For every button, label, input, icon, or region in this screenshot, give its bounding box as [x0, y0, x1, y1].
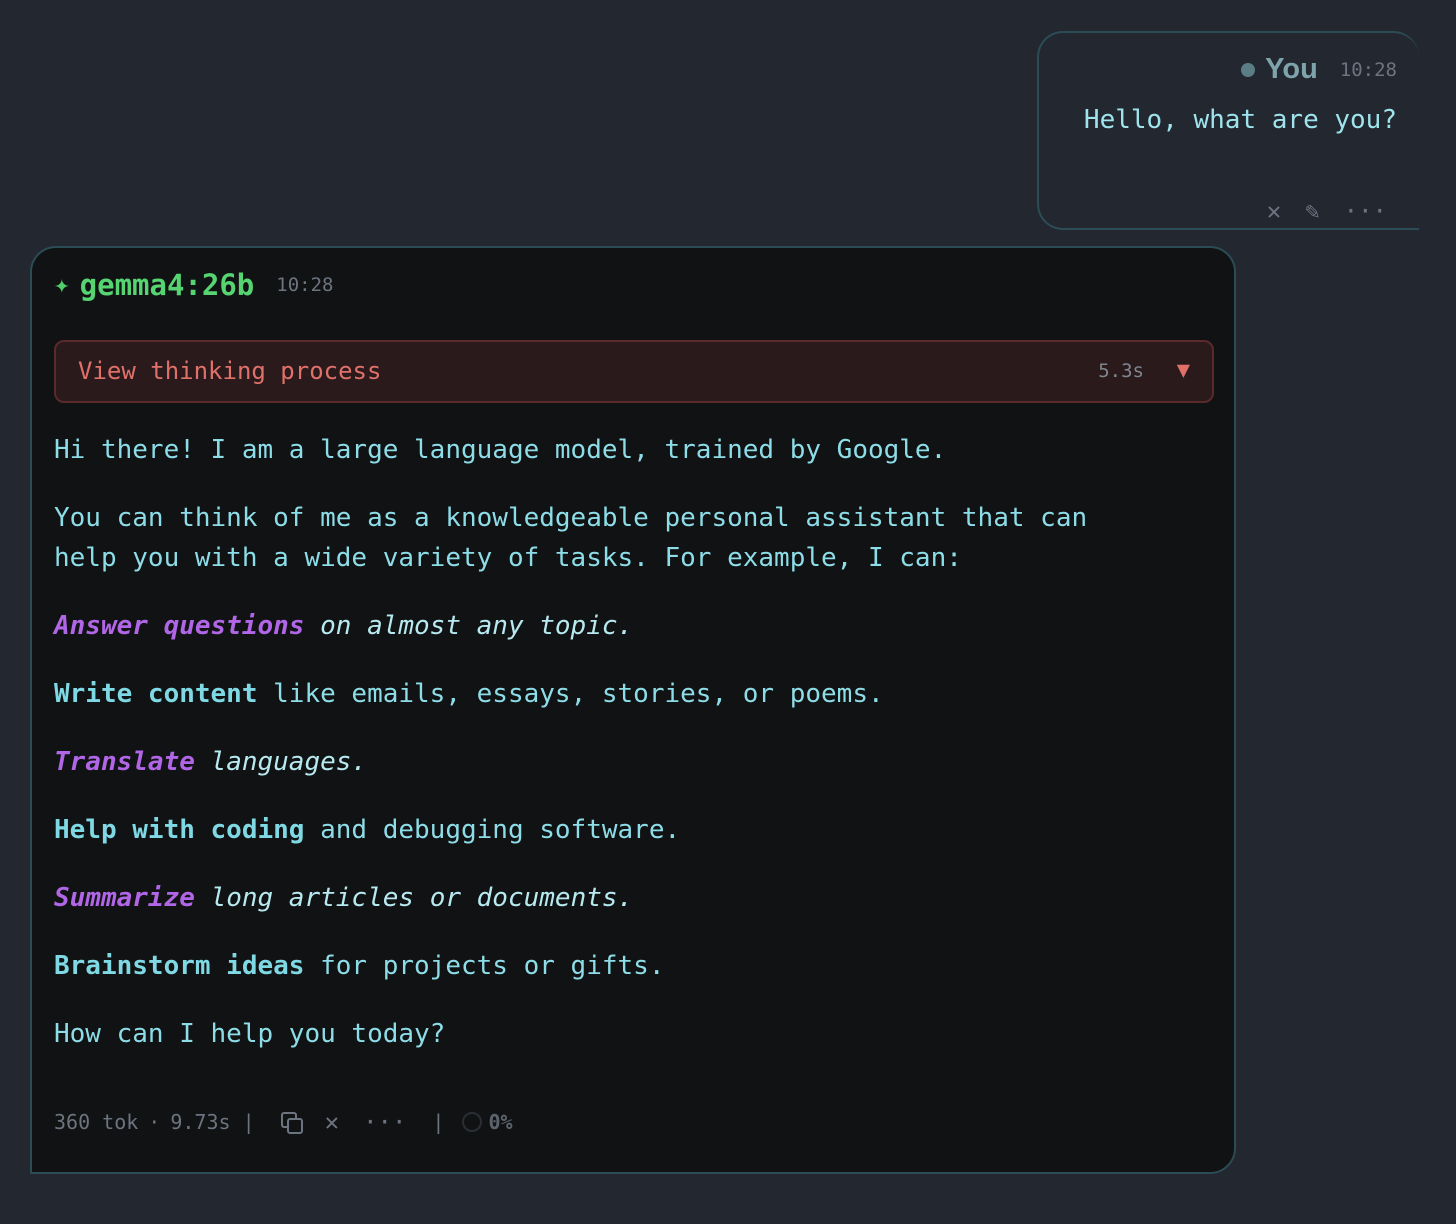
capability-lead: Answer questions — [54, 611, 305, 641]
closing-paragraph: How can I help you today? — [54, 1019, 446, 1049]
capability-lead: Summarize — [54, 883, 195, 913]
assistant-message-body: Hi there! I am a large language model, t… — [54, 430, 1214, 1082]
capability-item: Answer questions on almost any topic. — [54, 606, 1214, 646]
assistant-message-footer: 360 tok · 9.73s | ✕ ··· | 0% — [54, 1110, 513, 1134]
user-message-actions: ✕ ✎ ··· — [1267, 199, 1387, 223]
description-line-2: help you with a wide variety of tasks. F… — [54, 543, 962, 573]
model-name: gemma4:26b — [79, 268, 255, 302]
capability-rest: for projects or gifts. — [304, 951, 665, 981]
capability-item: Brainstorm ideas for projects or gifts. — [54, 946, 1214, 986]
capability-lead: Translate — [54, 747, 195, 777]
token-count: 360 tok — [54, 1110, 139, 1134]
capability-rest: on almost any topic. — [304, 611, 634, 641]
delete-response-icon[interactable]: ✕ — [325, 1110, 339, 1134]
intro-paragraph: Hi there! I am a large language model, t… — [54, 435, 947, 465]
sparkle-icon: ✦ — [54, 270, 70, 300]
capability-lead: Brainstorm ideas — [54, 951, 305, 981]
user-message-header: You 10:28 — [1241, 53, 1397, 86]
copy-icon[interactable] — [280, 1112, 303, 1134]
progress-percent: 0% — [488, 1110, 513, 1134]
capability-item: Summarize long articles or documents. — [54, 878, 1214, 918]
progress-ring-icon — [462, 1112, 483, 1132]
assistant-message-bubble: ✦ gemma4:26b 10:28 View thinking process… — [30, 246, 1236, 1174]
capability-lead: Help with coding — [54, 815, 305, 845]
more-options-icon[interactable]: ··· — [363, 1110, 406, 1134]
view-thinking-toggle[interactable]: View thinking process 5.3s ▼ — [54, 340, 1214, 403]
description-paragraph: You can think of me as a knowledgeable p… — [54, 498, 1214, 578]
more-options-icon[interactable]: ··· — [1344, 199, 1387, 223]
capability-rest: like emails, essays, stories, or poems. — [257, 679, 884, 709]
user-author-name: You — [1265, 53, 1318, 85]
capability-rest: languages. — [194, 747, 368, 777]
capability-item: Translate languages. — [54, 742, 1214, 782]
thinking-duration: 5.3s — [1098, 360, 1144, 382]
footer-dot: · — [148, 1110, 161, 1134]
generation-time: 9.73s — [170, 1110, 231, 1134]
delete-message-icon[interactable]: ✕ — [1267, 199, 1281, 223]
assistant-message-header: ✦ gemma4:26b 10:28 — [54, 268, 333, 302]
chat-page: You 10:28 Hello, what are you? ✕ ✎ ··· ✦… — [0, 0, 1456, 1224]
capability-item: Help with coding and debugging software. — [54, 810, 1214, 850]
capability-rest: and debugging software. — [304, 815, 681, 845]
capability-rest: long articles or documents. — [194, 883, 634, 913]
thinking-label: View thinking process — [78, 357, 382, 385]
capability-item: Write content like emails, essays, stori… — [54, 674, 1214, 714]
footer-separator: | — [432, 1110, 445, 1134]
user-status-dot — [1241, 62, 1256, 77]
user-message-time: 10:28 — [1339, 58, 1397, 81]
edit-message-icon[interactable]: ✎ — [1305, 199, 1319, 223]
capability-lead: Write content — [54, 679, 258, 709]
user-message-bubble: You 10:28 Hello, what are you? ✕ ✎ ··· — [1037, 31, 1419, 230]
assistant-message-time: 10:28 — [276, 274, 334, 296]
caret-down-icon: ▼ — [1176, 358, 1190, 383]
description-line-1: You can think of me as a knowledgeable p… — [54, 503, 1088, 533]
user-message-text: Hello, what are you? — [1083, 105, 1397, 135]
footer-separator: | — [242, 1110, 255, 1134]
